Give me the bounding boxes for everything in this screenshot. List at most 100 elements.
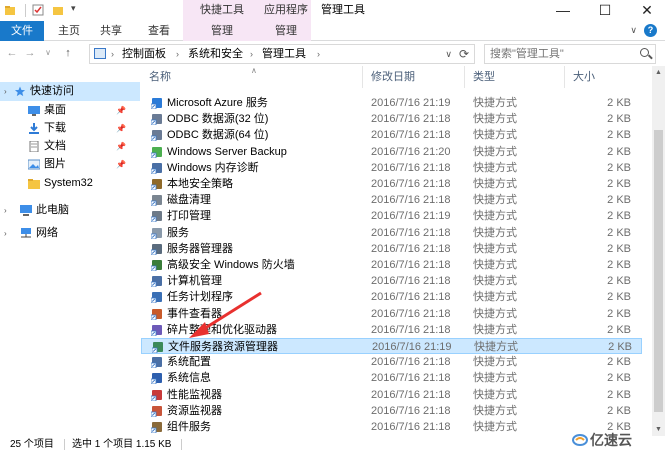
table-row[interactable]: 组件服务 2016/7/16 21:18 快捷方式 2 KB bbox=[141, 419, 642, 435]
customize-qat-icon[interactable]: ▾ bbox=[71, 3, 76, 14]
table-row[interactable]: 本地安全策略 2016/7/16 21:18 快捷方式 2 KB bbox=[141, 176, 642, 192]
table-row[interactable]: 计算机管理 2016/7/16 21:18 快捷方式 2 KB bbox=[141, 273, 642, 289]
file-date: 2016/7/16 21:18 bbox=[371, 388, 451, 401]
search-icon[interactable] bbox=[640, 48, 649, 57]
file-type: 快捷方式 bbox=[473, 161, 517, 174]
table-row[interactable]: 性能监视器 2016/7/16 21:18 快捷方式 2 KB bbox=[141, 387, 642, 403]
table-row-selected[interactable]: 文件服务器资源管理器 2016/7/16 21:19 快捷方式 2 KB bbox=[141, 338, 642, 354]
divider bbox=[25, 4, 26, 17]
table-row[interactable]: ODBC 数据源(64 位) 2016/7/16 21:18 快捷方式 2 KB bbox=[141, 127, 642, 143]
table-row[interactable]: 服务器管理器 2016/7/16 21:18 快捷方式 2 KB bbox=[141, 241, 642, 257]
table-row[interactable]: Microsoft Azure 服务 2016/7/16 21:19 快捷方式 2 K… bbox=[141, 95, 642, 111]
azure-icon bbox=[151, 98, 162, 109]
scroll-thumb[interactable] bbox=[654, 130, 663, 412]
table-row[interactable]: 资源监视器 2016/7/16 21:18 快捷方式 2 KB bbox=[141, 403, 642, 419]
file-type: 快捷方式 bbox=[473, 145, 517, 158]
table-row[interactable]: 打印管理 2016/7/16 21:19 快捷方式 2 KB bbox=[141, 208, 642, 224]
properties-icon[interactable] bbox=[32, 4, 44, 16]
file-date: 2016/7/16 21:20 bbox=[371, 145, 451, 158]
search-input[interactable] bbox=[490, 47, 630, 61]
maximize-button[interactable]: ☐ bbox=[590, 0, 620, 21]
expand-arrow-icon[interactable]: › bbox=[4, 224, 7, 243]
file-date: 2016/7/16 21:18 bbox=[371, 404, 451, 417]
tab-file[interactable]: 文件 bbox=[0, 21, 44, 41]
table-row[interactable]: Windows Server Backup 2016/7/16 21:20 快捷方式… bbox=[141, 144, 642, 160]
nav-label: 图片 bbox=[44, 158, 66, 170]
pin-icon[interactable]: 📌 bbox=[116, 119, 126, 138]
table-row[interactable]: 系统配置 2016/7/16 21:18 快捷方式 2 KB bbox=[141, 354, 642, 370]
column-header-type[interactable]: 类型 bbox=[465, 66, 565, 88]
column-header-date[interactable]: 修改日期 bbox=[363, 66, 465, 88]
new-folder-icon[interactable] bbox=[52, 4, 64, 16]
address-bar[interactable]: › 控制面板 › 系统和安全 › 管理工具 › ∨ ⟳ bbox=[89, 44, 475, 64]
file-name: 组件服务 bbox=[167, 421, 211, 433]
help-icon[interactable]: ? bbox=[644, 24, 657, 37]
file-type: 快捷方式 bbox=[473, 404, 517, 417]
nav-quick-access[interactable]: › 快速访问 bbox=[0, 82, 140, 101]
nav-this-pc[interactable]: › 此电脑 bbox=[0, 201, 140, 220]
expand-arrow-icon[interactable]: › bbox=[4, 201, 7, 220]
nav-item-pictures[interactable]: 图片 📌 bbox=[0, 155, 140, 174]
chevron-right-icon[interactable]: › bbox=[176, 45, 179, 63]
up-arrow-icon[interactable]: ↑ bbox=[60, 45, 76, 61]
chevron-right-icon[interactable]: › bbox=[250, 45, 253, 63]
table-row[interactable]: 系统信息 2016/7/16 21:18 快捷方式 2 KB bbox=[141, 370, 642, 386]
scroll-up-icon[interactable]: ▲ bbox=[652, 66, 665, 79]
file-size: 2 KB bbox=[607, 210, 631, 223]
file-name: 计算机管理 bbox=[167, 275, 222, 288]
nav-item-system32[interactable]: System32 bbox=[0, 174, 140, 193]
breadcrumb-control-panel[interactable]: 控制面板 bbox=[122, 45, 166, 63]
file-name: 高级安全 Windows 防火墙 bbox=[167, 259, 295, 271]
file-type: 快捷方式 bbox=[474, 341, 518, 353]
breadcrumb-admin-tools[interactable]: 管理工具 bbox=[262, 45, 306, 63]
nav-label: 文档 bbox=[44, 140, 66, 152]
file-type: 快捷方式 bbox=[473, 97, 517, 109]
nav-item-desktop[interactable]: 桌面 📌 bbox=[0, 101, 140, 120]
table-row-partial[interactable] bbox=[141, 86, 642, 94]
close-button[interactable]: ✕ bbox=[632, 0, 662, 21]
chevron-right-icon[interactable]: › bbox=[317, 45, 320, 63]
vertical-scrollbar[interactable]: ▲ ▼ bbox=[652, 66, 665, 436]
nav-item-downloads[interactable]: 下载 📌 bbox=[0, 119, 140, 138]
chevron-right-icon[interactable]: › bbox=[111, 45, 114, 63]
breadcrumb-system-security[interactable]: 系统和安全 bbox=[188, 45, 243, 63]
backup-icon bbox=[151, 146, 162, 158]
expand-arrow-icon[interactable]: › bbox=[4, 82, 7, 101]
component-services-icon bbox=[151, 422, 162, 433]
table-row[interactable]: 高级安全 Windows 防火墙 2016/7/16 21:18 快捷方式 2 KB bbox=[141, 257, 642, 273]
address-dropdown-icon[interactable]: ∨ bbox=[445, 45, 452, 63]
firewall-icon bbox=[151, 260, 162, 271]
folder-icon[interactable] bbox=[4, 4, 16, 16]
table-row[interactable]: ODBC 数据源(32 位) 2016/7/16 21:18 快捷方式 2 KB bbox=[141, 111, 642, 127]
back-arrow-icon[interactable]: ← bbox=[4, 45, 20, 61]
refresh-icon[interactable]: ⟳ bbox=[459, 45, 469, 63]
column-header-name[interactable]: 名称 bbox=[141, 66, 363, 88]
tab-manage-shortcut[interactable]: 管理 bbox=[183, 21, 261, 41]
defrag-icon bbox=[151, 324, 162, 336]
pin-icon[interactable]: 📌 bbox=[116, 101, 126, 120]
pin-icon[interactable]: 📌 bbox=[116, 155, 126, 174]
file-type: 快捷方式 bbox=[473, 291, 517, 304]
nav-label: 下载 bbox=[44, 122, 66, 134]
file-type: 快捷方式 bbox=[473, 307, 517, 320]
nav-item-documents[interactable]: 文档 📌 bbox=[0, 137, 140, 156]
minimize-button[interactable]: — bbox=[548, 0, 578, 21]
forward-arrow-icon[interactable]: → bbox=[22, 45, 38, 61]
table-row[interactable]: 服务 2016/7/16 21:18 快捷方式 2 KB bbox=[141, 225, 642, 241]
table-row[interactable]: Windows 内存诊断 2016/7/16 21:18 快捷方式 2 KB bbox=[141, 160, 642, 176]
tab-home[interactable]: 主页 bbox=[50, 21, 88, 41]
expand-ribbon-icon[interactable]: ∨ bbox=[630, 25, 637, 36]
pin-icon[interactable]: 📌 bbox=[116, 137, 126, 156]
tab-share[interactable]: 共享 bbox=[92, 21, 130, 41]
search-box[interactable] bbox=[484, 44, 656, 64]
column-header-size[interactable]: 大小 bbox=[565, 66, 645, 88]
file-name: 服务器管理器 bbox=[167, 242, 233, 255]
recent-locations-icon[interactable]: ∨ bbox=[40, 45, 56, 61]
nav-network[interactable]: › 网络 bbox=[0, 224, 140, 243]
tab-view[interactable]: 查看 bbox=[140, 21, 178, 41]
table-row[interactable]: 磁盘清理 2016/7/16 21:18 快捷方式 2 KB bbox=[141, 192, 642, 208]
file-type: 快捷方式 bbox=[473, 356, 517, 369]
nav-label: 快速访问 bbox=[30, 85, 74, 97]
tab-manage-app[interactable]: 管理 bbox=[261, 21, 311, 41]
performance-icon bbox=[151, 389, 162, 401]
